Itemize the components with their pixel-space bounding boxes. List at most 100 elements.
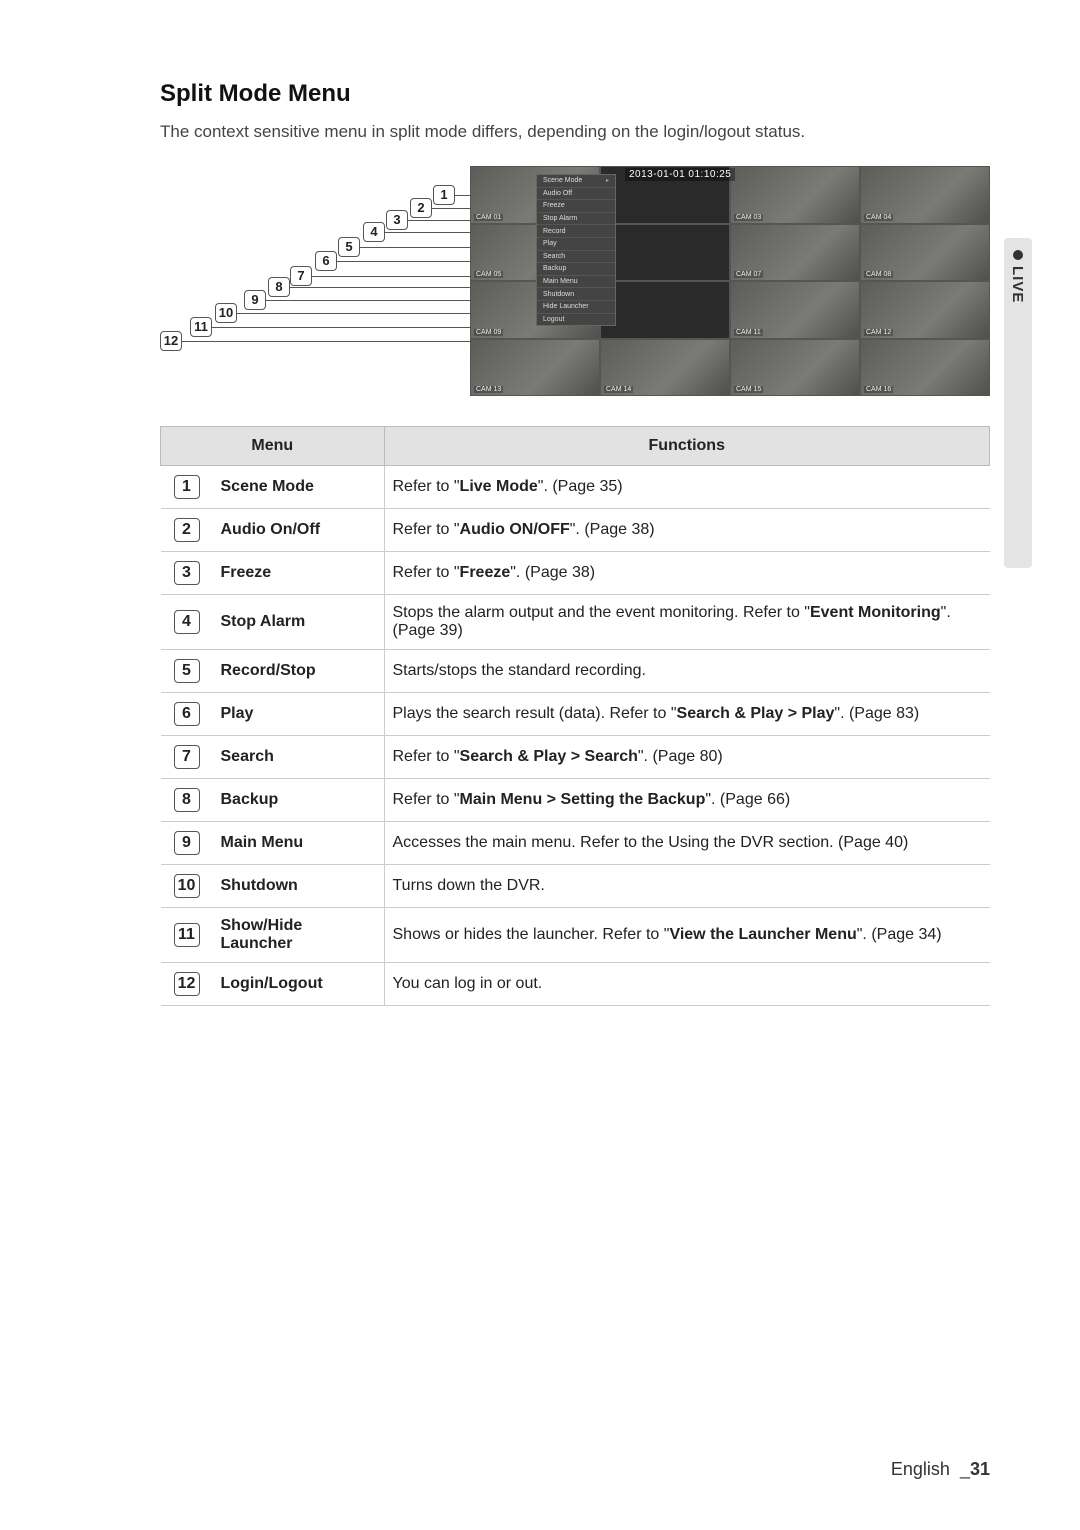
reference-bold: Audio ON/OFF [460, 521, 570, 538]
table-row: 6PlayPlays the search result (data). Ref… [161, 693, 990, 736]
context-menu-item[interactable]: Main Menu [537, 276, 615, 289]
footer-page: 31 [970, 1459, 990, 1479]
row-number-cell: 1 [161, 466, 213, 509]
menu-name: Record/Stop [213, 650, 385, 693]
callout-line [385, 232, 470, 233]
function-desc: Shows or hides the launcher. Refer to "V… [384, 908, 990, 963]
side-tab: LIVE [1009, 250, 1026, 303]
row-number-cell: 11 [161, 908, 213, 963]
row-number: 3 [174, 561, 200, 585]
callout-line [360, 247, 470, 248]
row-number-cell: 8 [161, 779, 213, 822]
row-number-cell: 12 [161, 963, 213, 1006]
row-number-cell: 2 [161, 509, 213, 552]
dvr-screenshot: CAM 01CAM 03CAM 04CAM 05CAM 07CAM 08CAM … [470, 166, 990, 396]
function-desc: Refer to "Audio ON/OFF". (Page 38) [384, 509, 990, 552]
menu-name: Freeze [213, 552, 385, 595]
camera-label: CAM 13 [474, 386, 503, 393]
reference-bold: Main Menu > Setting the Backup [460, 791, 706, 808]
camera-label: CAM 01 [474, 214, 503, 221]
camera-cell [600, 281, 730, 339]
table-row: 3 FreezeRefer to "Freeze". (Page 38) [161, 552, 990, 595]
context-menu-item[interactable]: Hide Launcher [537, 301, 615, 314]
reference-bold: Search & Play > Search [460, 748, 638, 765]
context-menu[interactable]: Scene Mode▸Audio OffFreezeStop AlarmReco… [536, 174, 616, 326]
context-menu-item[interactable]: Search [537, 251, 615, 264]
camera-cell: CAM 11 [730, 281, 860, 339]
callout-line [237, 313, 470, 314]
callout-line [408, 220, 470, 221]
callout-line [182, 341, 470, 342]
menu-name: Show/Hide Launcher [213, 908, 385, 963]
reference-bold: View the Launcher Menu [669, 926, 856, 943]
context-menu-item[interactable]: Backup [537, 263, 615, 276]
camera-label: CAM 08 [864, 271, 893, 278]
intro-text: The context sensitive menu in split mode… [160, 122, 990, 142]
context-menu-item[interactable]: Audio Off [537, 188, 615, 201]
camera-label: CAM 07 [734, 271, 763, 278]
row-number: 6 [174, 702, 200, 726]
menu-name: Login/Logout [213, 963, 385, 1006]
context-menu-item[interactable]: Scene Mode▸ [537, 175, 615, 188]
menu-name: Stop Alarm [213, 595, 385, 650]
context-menu-item[interactable]: Shutdown [537, 288, 615, 301]
section-title: Split Mode Menu [160, 80, 990, 108]
reference-bold: Live Mode [460, 478, 538, 495]
function-desc: Refer to "Main Menu > Setting the Backup… [384, 779, 990, 822]
context-menu-item[interactable]: Logout [537, 314, 615, 326]
table-row: 2Audio On/OffRefer to "Audio ON/OFF". (P… [161, 509, 990, 552]
callout-line [212, 327, 470, 328]
camera-label: CAM 14 [604, 386, 633, 393]
row-number: 4 [174, 610, 200, 634]
menu-name: Search [213, 736, 385, 779]
callout-area: 123456789101112 [160, 166, 470, 396]
menu-name: Main Menu [213, 822, 385, 865]
row-number: 11 [174, 923, 200, 947]
context-menu-item[interactable]: Record [537, 225, 615, 238]
function-desc: Starts/stops the standard recording. [384, 650, 990, 693]
context-menu-item[interactable]: Play [537, 238, 615, 251]
row-number-cell: 6 [161, 693, 213, 736]
menu-table: Menu Functions 1 Scene ModeRefer to "Live… [160, 426, 990, 1006]
callout-line [455, 195, 470, 196]
row-number: 7 [174, 745, 200, 769]
row-number-cell: 10 [161, 865, 213, 908]
row-number: 2 [174, 518, 200, 542]
function-desc: Plays the search result (data). Refer to… [384, 693, 990, 736]
row-number: 8 [174, 788, 200, 812]
context-menu-item[interactable]: Stop Alarm [537, 213, 615, 226]
table-row: 4 Stop AlarmStops the alarm output and th… [161, 595, 990, 650]
footer-lang: English [891, 1459, 950, 1479]
camera-label: CAM 15 [734, 386, 763, 393]
function-desc: Turns down the DVR. [384, 865, 990, 908]
context-menu-item[interactable]: Freeze [537, 200, 615, 213]
th-functions: Functions [384, 427, 990, 466]
camera-cell: CAM 15 [730, 339, 860, 397]
table-row: 9 Main MenuAccesses the main menu. Refer … [161, 822, 990, 865]
function-desc: You can log in or out. [384, 963, 990, 1006]
camera-label: CAM 09 [474, 329, 503, 336]
row-number-cell: 4 [161, 595, 213, 650]
camera-cell: CAM 16 [860, 339, 990, 397]
callout-line [290, 287, 470, 288]
function-desc: Refer to "Live Mode". (Page 35) [384, 466, 990, 509]
reference-bold: Search & Play > Play [677, 705, 835, 722]
side-tab-label: LIVE [1009, 266, 1026, 303]
camera-cell: CAM 13 [470, 339, 600, 397]
table-row: 12Login/LogoutYou can log in or out. [161, 963, 990, 1006]
th-menu: Menu [161, 427, 385, 466]
function-desc: Refer to "Freeze". (Page 38) [384, 552, 990, 595]
row-number: 9 [174, 831, 200, 855]
table-row: 10ShutdownTurns down the DVR. [161, 865, 990, 908]
camera-cell: CAM 12 [860, 281, 990, 339]
row-number: 1 [174, 475, 200, 499]
figure: 123456789101112 CAM 01CAM 03CAM 04CAM 05… [160, 166, 990, 396]
menu-name: Scene Mode [213, 466, 385, 509]
camera-label: CAM 04 [864, 214, 893, 221]
function-desc: Stops the alarm output and the event mon… [384, 595, 990, 650]
callout-line [432, 208, 470, 209]
function-desc: Accesses the main menu. Refer to the Usi… [384, 822, 990, 865]
camera-label: CAM 03 [734, 214, 763, 221]
menu-name: Shutdown [213, 865, 385, 908]
row-number-cell: 7 [161, 736, 213, 779]
